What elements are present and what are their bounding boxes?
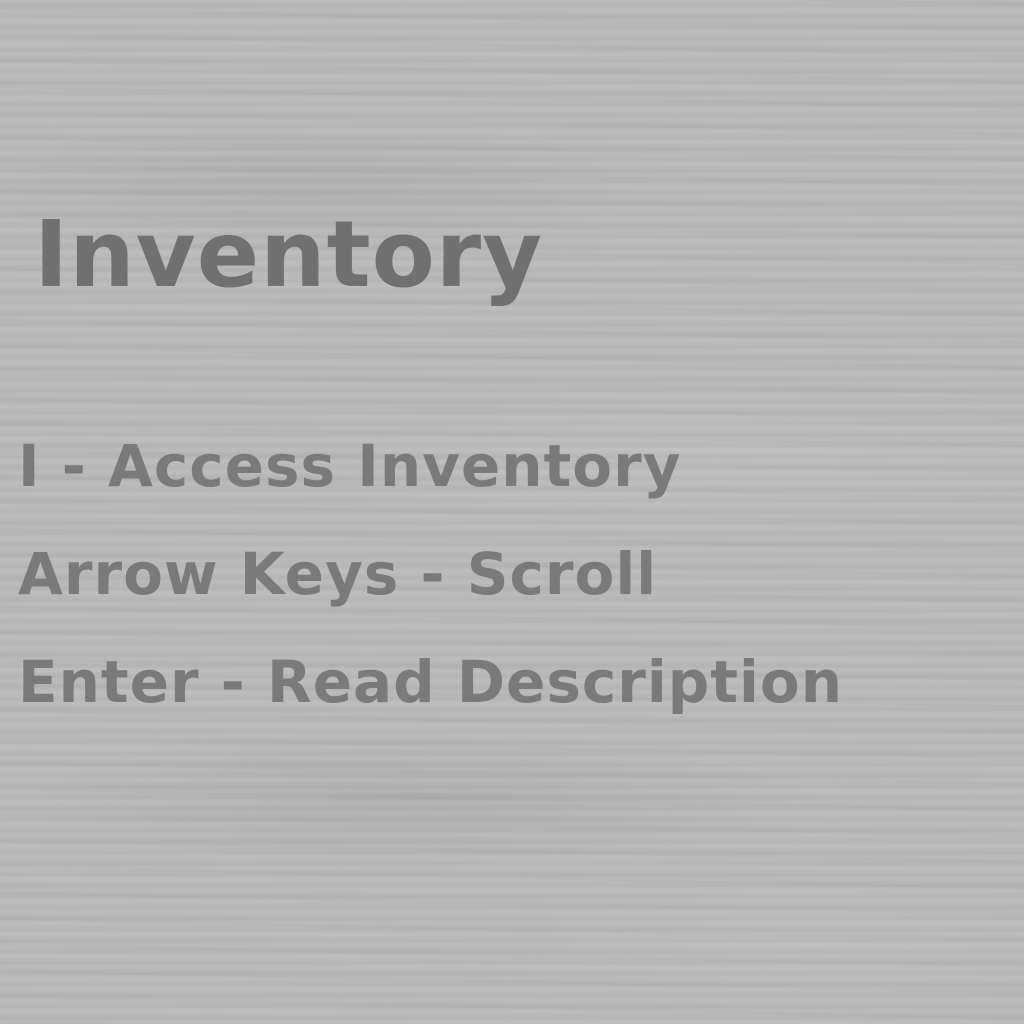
control-scroll: Arrow Keys - Scroll bbox=[18, 540, 658, 608]
control-access-inventory: I - Access Inventory bbox=[18, 432, 682, 500]
controls-list: I - Access Inventory Arrow Keys - Scroll… bbox=[18, 412, 843, 736]
screen-title: Inventory bbox=[34, 201, 544, 308]
control-read-description: Enter - Read Description bbox=[18, 648, 844, 716]
inventory-help-panel: Inventory I - Access Inventory Arrow Key… bbox=[0, 0, 1024, 1024]
